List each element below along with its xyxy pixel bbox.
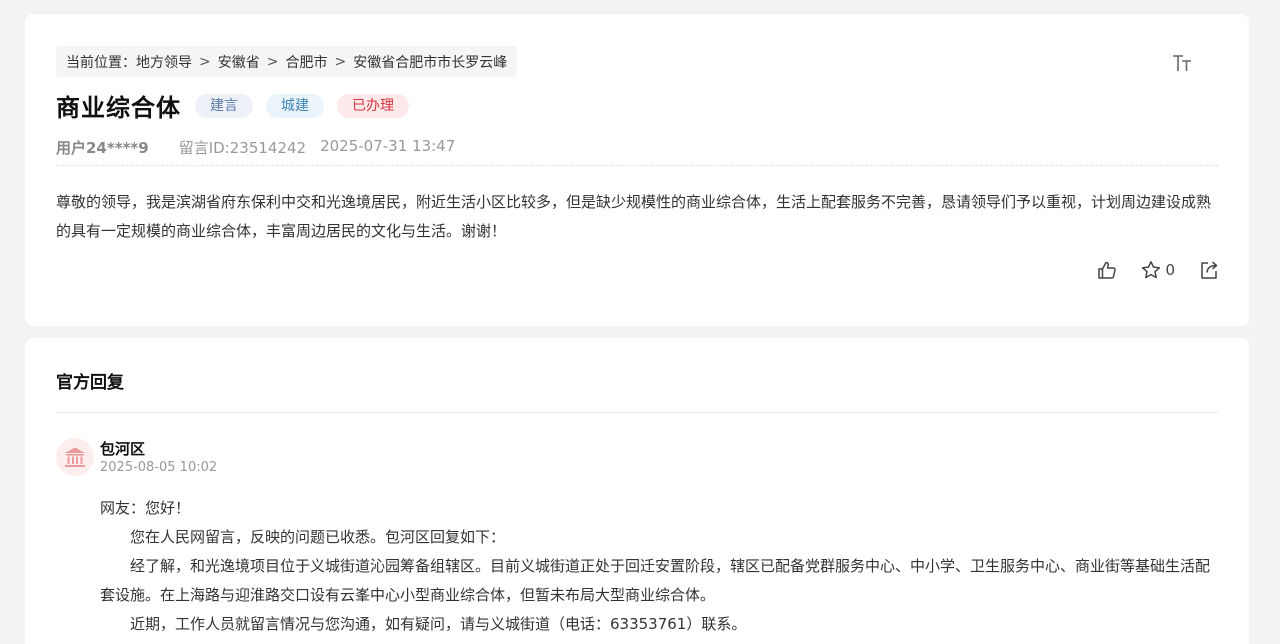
reply-paragraph: 您在人民网留言，反映的问题已收悉。包河区回复如下： [130, 528, 506, 546]
tag-suggestion: 建言 [195, 93, 253, 118]
breadcrumb-item-city[interactable]: 合肥市 [285, 52, 327, 72]
message-meta: 用户24****9 留言ID:23514242 2025-07-31 13:47 [56, 137, 1218, 166]
like-button[interactable] [1097, 260, 1117, 280]
message-id: 留言ID:23514242 [178, 139, 307, 157]
breadcrumb-prefix: 当前位置： [66, 54, 136, 71]
tag-urban-construction: 城建 [266, 93, 324, 118]
breadcrumb-item-leader[interactable]: 安徽省合肥市市长罗云峰 [353, 52, 507, 72]
message-user: 用户24****9 [56, 139, 149, 157]
reply-heading: 官方回复 [56, 373, 124, 393]
font-size-button[interactable] [1169, 52, 1197, 74]
org-name: 包河区 [100, 440, 146, 458]
breadcrumb-item-province[interactable]: 安徽省 [218, 52, 260, 72]
reply-paragraph: 经了解，和光逸境项目位于义城街道沁园筹备组辖区。目前义城街道正处于回迁安置阶段，… [100, 557, 1211, 604]
thumbs-up-icon [1098, 261, 1117, 279]
official-reply-card: 官方回复 包河区 2025-08-05 10:02 网友：您好！ 您在人民网留言… [25, 338, 1249, 644]
star-icon [1142, 261, 1161, 279]
share-button[interactable] [1199, 260, 1219, 280]
message-title: 商业综合体 [56, 94, 181, 122]
message-time: 2025-07-31 13:47 [320, 137, 456, 155]
reply-greeting: 网友：您好！ [100, 499, 191, 517]
government-building-icon [65, 447, 85, 467]
breadcrumb-separator: > [266, 53, 279, 70]
share-icon [1201, 261, 1218, 279]
message-card: 当前位置： 地方领导 > 安徽省 > 合肥市 > 安徽省合肥市市长罗云峰 商业综… [25, 14, 1249, 326]
tag-status-handled: 已办理 [337, 93, 409, 118]
breadcrumb-item-local-leaders[interactable]: 地方领导 [136, 52, 192, 72]
divider [56, 412, 1218, 413]
message-actions: 0 [1097, 260, 1219, 280]
org-avatar [56, 438, 94, 476]
reply-body: 网友：您好！ 您在人民网留言，反映的问题已收悉。包河区回复如下： 经了解，和光逸… [100, 494, 1219, 639]
breadcrumb-separator: > [334, 53, 347, 70]
favorite-count: 0 [1165, 261, 1175, 279]
favorite-button[interactable]: 0 [1141, 260, 1175, 280]
font-size-icon [1173, 55, 1191, 71]
reply-paragraph: 近期，工作人员就留言情况与您沟通，如有疑问，请与义城街道（电话：63353761… [130, 615, 747, 633]
message-content: 尊敬的领导，我是滨湖省府东保利中交和光逸境居民，附近生活小区比较多，但是缺少规模… [56, 193, 1212, 240]
title-row: 商业综合体 建言 城建 已办理 [56, 88, 409, 123]
reply-time: 2025-08-05 10:02 [100, 460, 218, 475]
breadcrumb: 当前位置： 地方领导 > 安徽省 > 合肥市 > 安徽省合肥市市长罗云峰 [56, 46, 518, 77]
breadcrumb-separator: > [199, 53, 211, 70]
